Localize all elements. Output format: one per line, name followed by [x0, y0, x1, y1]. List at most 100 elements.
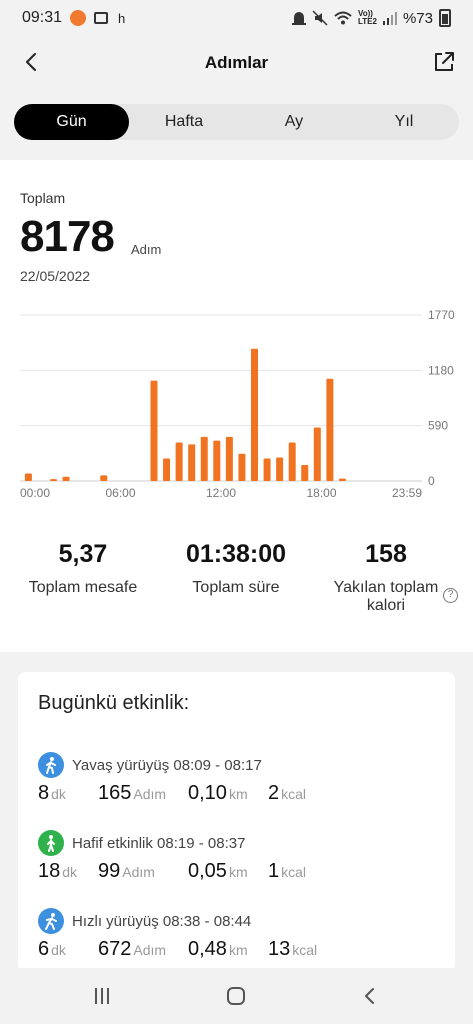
tab-day[interactable]: Gün: [14, 104, 129, 140]
chart-bar[interactable]: [313, 427, 321, 481]
km-unit: km: [228, 864, 248, 880]
gallery-icon: [94, 12, 109, 24]
tab-week[interactable]: Hafta: [129, 104, 239, 140]
chart-bar[interactable]: [200, 436, 208, 481]
steps-unit: Adım: [122, 864, 155, 880]
fast-walk-icon: [38, 908, 64, 934]
total-steps-value: 8178: [20, 212, 115, 261]
battery-icon: [439, 9, 451, 27]
walk-icon: [38, 752, 64, 778]
chart-bar[interactable]: [238, 453, 246, 481]
activity-name: Hafif etkinlik 08:19 - 08:37: [72, 834, 246, 852]
home-icon[interactable]: [225, 985, 247, 1007]
activity-minutes: 18: [38, 860, 61, 882]
period-tabs: Gün Hafta Ay Yıl: [14, 104, 459, 140]
chart-bar[interactable]: [62, 476, 70, 481]
y-tick-label: 1180: [428, 363, 454, 377]
activity-kcal: 13: [268, 938, 291, 960]
activity-title: Bugünkü etkinlik:: [38, 692, 190, 714]
y-tick-label: 0: [428, 474, 435, 488]
help-icon[interactable]: ?: [443, 588, 458, 603]
summary-date: 22/05/2022: [20, 268, 91, 284]
activity-name: Yavaş yürüyüş 08:09 - 08:17: [72, 756, 262, 774]
calories-value: 158: [365, 540, 407, 568]
activity-minutes: 6: [38, 938, 50, 960]
stats-row: 5,37 Toplam mesafe 01:38:00 Toplam süre …: [0, 540, 473, 630]
chart-bar[interactable]: [288, 442, 296, 481]
activity-item[interactable]: Yavaş yürüyüş 08:09 - 08:17 8 dk 165 Adım …: [38, 752, 438, 805]
x-tick-label: 18:00: [306, 486, 336, 500]
chart-bar[interactable]: [276, 457, 284, 481]
duration-value: 01:38:00: [185, 540, 287, 568]
steps-unit: Adım: [133, 786, 167, 802]
signal-icon: [382, 12, 397, 25]
activity-steps: 165: [98, 782, 132, 804]
y-tick-label: 1770: [428, 308, 455, 322]
activity-minutes: 8: [38, 782, 50, 804]
activity-kcal: 1: [268, 860, 280, 882]
minutes-unit: dk: [51, 786, 66, 802]
status-time: 09:31: [22, 9, 63, 26]
notification-app-icon: [70, 10, 87, 26]
minutes-unit: dk: [62, 864, 78, 880]
stat-calories: 158 Yakılan toplam kalori: [322, 540, 450, 615]
activity-distance: 0,05: [188, 860, 227, 882]
tab-month[interactable]: Ay: [239, 104, 349, 140]
chart-bar[interactable]: [263, 458, 271, 481]
chart-bar[interactable]: [188, 444, 196, 481]
km-unit: km: [228, 786, 248, 802]
activity-distance: 0,48: [188, 938, 227, 960]
activity-kcal: 2: [268, 782, 280, 804]
chart-bar[interactable]: [50, 479, 57, 481]
chart-bar[interactable]: [251, 348, 258, 481]
activity-icon: [38, 830, 64, 856]
activity-steps: 99: [98, 860, 121, 882]
total-label: Toplam: [20, 190, 66, 206]
system-nav-bar: [0, 968, 473, 1024]
recent-apps-icon[interactable]: [92, 986, 112, 1006]
kcal-unit: kcal: [281, 864, 307, 880]
chart-bar[interactable]: [100, 475, 108, 481]
x-tick-label: 00:00: [20, 486, 50, 500]
stat-distance: 5,37 Toplam mesafe: [8, 540, 158, 597]
today-activity-card: Bugünkü etkinlik: Yavaş yürüyüş 08:09 - …: [18, 672, 455, 972]
back-arrow-icon[interactable]: [18, 48, 46, 76]
km-unit: km: [228, 942, 248, 958]
kcal-unit: kcal: [281, 786, 307, 802]
chart-bar[interactable]: [175, 442, 183, 481]
x-tick-label: 23:59: [392, 486, 422, 500]
tab-year[interactable]: Yıl: [349, 104, 459, 140]
activity-name: Hızlı yürüyüş 08:38 - 08:44: [72, 912, 252, 930]
activity-item[interactable]: Hızlı yürüyüş 08:38 - 08:44 6 dk 672 Adım …: [38, 908, 438, 961]
chart-bar[interactable]: [163, 458, 171, 481]
calories-label: Yakılan toplam kalori: [333, 579, 439, 614]
chart-bar[interactable]: [225, 436, 233, 481]
steps-unit: Adım: [133, 942, 167, 958]
back-nav-icon[interactable]: [360, 986, 380, 1006]
chart-bar[interactable]: [338, 478, 346, 481]
status-h-label: h: [118, 10, 126, 26]
steps-summary-card: Toplam 8178 Adım 22/05/2022 1770 1180 590 0…: [0, 160, 473, 652]
duration-label: Toplam süre: [192, 579, 280, 596]
x-tick-label: 12:00: [206, 486, 236, 500]
minutes-unit: dk: [51, 942, 66, 958]
chart-bar[interactable]: [150, 380, 158, 481]
alarm-icon: [292, 12, 306, 25]
total-steps-unit: Adım: [131, 242, 162, 257]
status-bar: 09:31 h Vo)) LTE2 %73: [0, 0, 473, 36]
chart-bar[interactable]: [213, 440, 221, 481]
volte-label: Vo)) LTE2: [358, 9, 377, 26]
page-title: Adımlar: [204, 53, 269, 72]
share-icon[interactable]: [431, 49, 457, 75]
activity-steps: 672: [98, 938, 132, 960]
activity-item[interactable]: Hafif etkinlik 08:19 - 08:37 18 dk 99 Adım…: [38, 830, 438, 883]
steps-bar-chart[interactable]: 1770 1180 590 0 00:00 06:00 12:00 18:00 23:59: [0, 305, 473, 505]
chart-bar[interactable]: [301, 465, 309, 481]
distance-label: Toplam mesafe: [28, 579, 138, 596]
wifi-icon: [334, 11, 352, 25]
x-tick-label: 06:00: [105, 486, 135, 500]
kcal-unit: kcal: [292, 942, 318, 958]
battery-percent: %73: [402, 9, 433, 27]
chart-bar[interactable]: [24, 473, 32, 481]
chart-bar[interactable]: [326, 378, 334, 481]
